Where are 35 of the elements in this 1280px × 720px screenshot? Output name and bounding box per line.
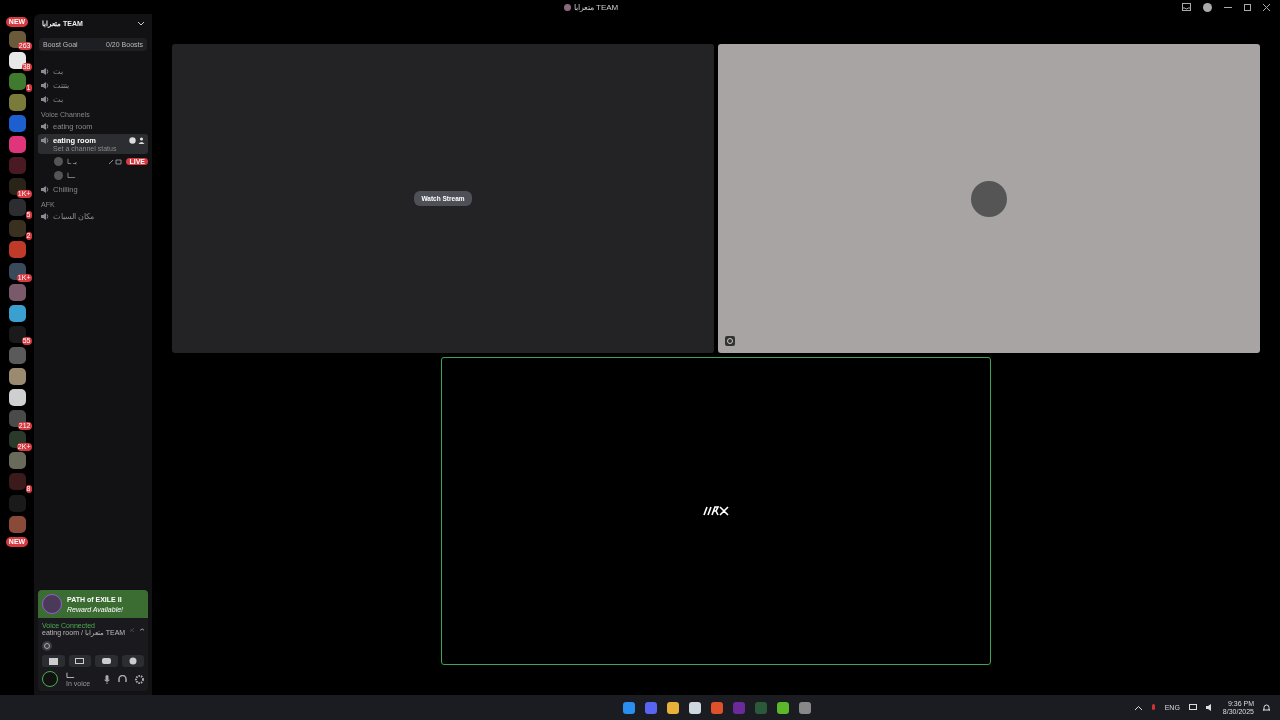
screen-share-button[interactable] — [68, 655, 91, 667]
speaker-icon — [41, 137, 49, 144]
minimize-icon[interactable] — [1224, 6, 1232, 8]
server-avatar-icon — [563, 3, 571, 11]
game-avatar — [42, 594, 62, 614]
soundboard-button[interactable] — [121, 655, 144, 667]
participant-avatar — [971, 180, 1007, 217]
chevron-icon — [138, 22, 144, 26]
logo-drawing — [702, 506, 730, 516]
close-icon[interactable] — [1263, 3, 1270, 11]
speaker-icon — [41, 213, 49, 220]
participant-tile[interactable] — [718, 44, 1260, 353]
disconnect-icon[interactable] — [139, 627, 144, 632]
inbox-icon[interactable] — [1182, 3, 1191, 11]
settings-icon[interactable] — [135, 674, 144, 684]
headphones-icon[interactable] — [118, 675, 127, 683]
server-icon[interactable] — [8, 368, 26, 385]
notification-bell-icon[interactable] — [1263, 703, 1270, 712]
speaker-icon — [41, 123, 49, 130]
window-title: متعرابا TEAM — [573, 2, 619, 12]
speaker-icon — [41, 186, 49, 193]
speaker-icon — [41, 68, 49, 75]
user-avatar[interactable] — [42, 671, 58, 687]
volume-icon[interactable] — [1205, 704, 1214, 711]
speaker-icon — [41, 82, 49, 89]
chevron-up-icon[interactable] — [1134, 705, 1142, 710]
camera-off-button[interactable] — [42, 655, 65, 667]
maximize-icon[interactable] — [1244, 3, 1251, 11]
screen-icon — [75, 657, 85, 665]
activity-button[interactable] — [95, 655, 118, 667]
server-icon[interactable] — [8, 389, 26, 407]
participant-tile[interactable] — [441, 357, 991, 665]
speaker-icon — [41, 96, 49, 103]
add-user-icon[interactable] — [138, 137, 145, 144]
server-icon[interactable] — [8, 304, 26, 322]
